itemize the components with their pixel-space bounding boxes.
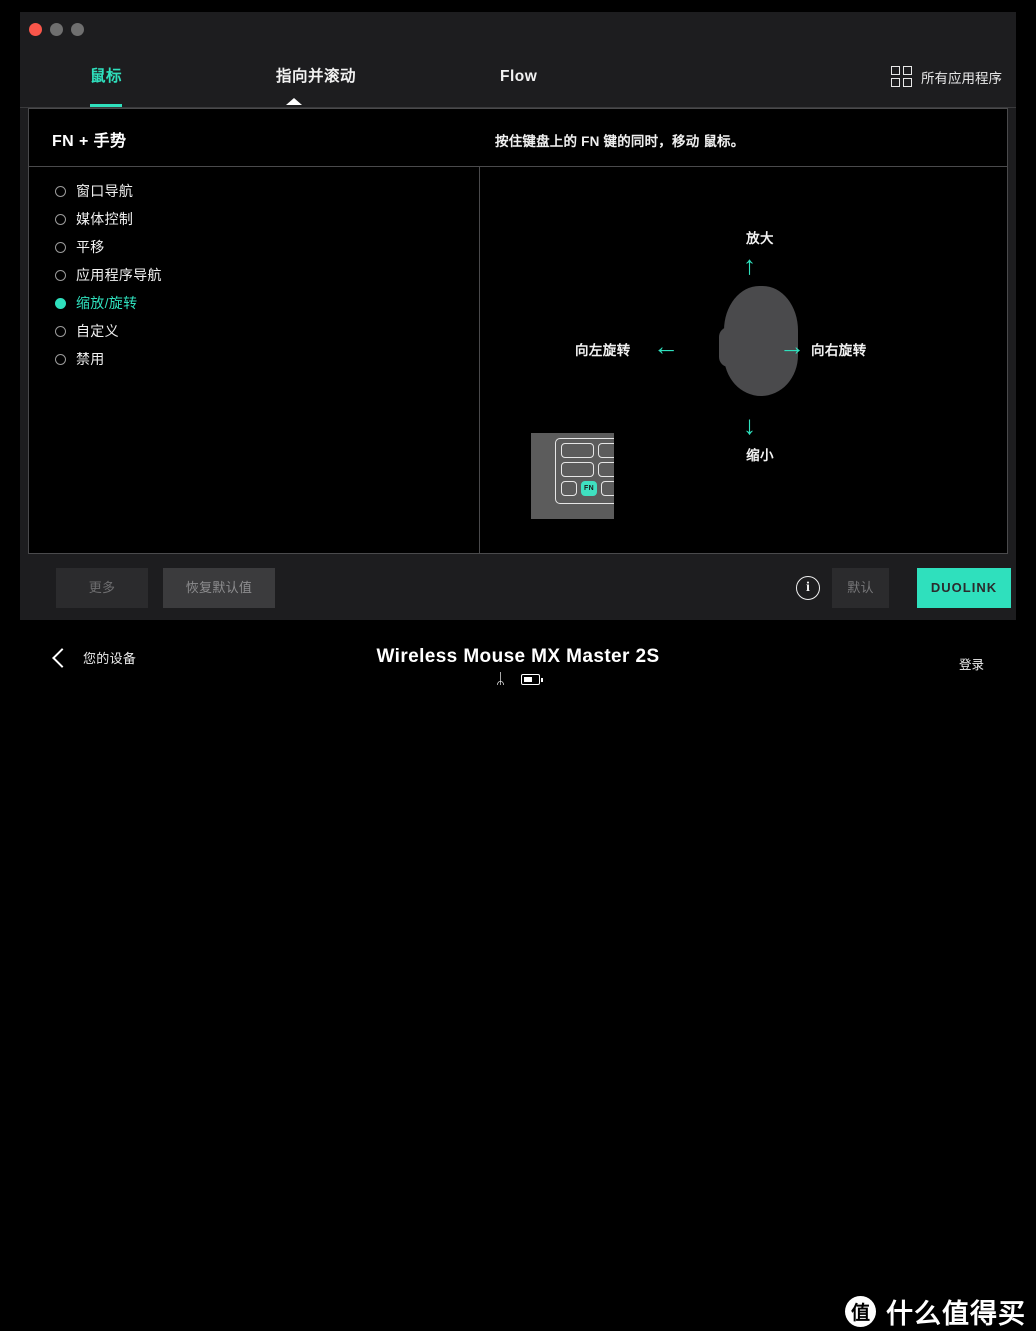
gesture-option-list: 窗口导航 媒体控制 平移 应用程序导航 缩放/旋转 自定义 禁用 <box>29 167 480 554</box>
panel-header: FN + 手势 按住键盘上的 FN 键的同时，移动 鼠标。 <box>29 109 1007 167</box>
radio-icon <box>55 353 66 365</box>
keyboard-key <box>598 443 614 458</box>
tab-flow-label: Flow <box>500 68 538 85</box>
title-bar <box>20 12 1016 46</box>
tab-bar: 鼠标 指向并滚动 Flow 所有应用程序 <box>20 46 1016 108</box>
device-name: Wireless Mouse MX Master 2S <box>376 646 660 667</box>
device-info: Wireless Mouse MX Master 2S ᛦ <box>0 646 1036 687</box>
all-applications-button[interactable]: 所有应用程序 <box>891 46 1002 107</box>
panel-body: 窗口导航 媒体控制 平移 应用程序导航 缩放/旋转 自定义 禁用 放大 ↑ 缩小… <box>29 167 1007 554</box>
keyboard-inset-image: FN <box>531 433 614 519</box>
tab-mouse[interactable]: 鼠标 <box>90 46 123 107</box>
app-window: 鼠标 指向并滚动 Flow 所有应用程序 FN + 手势 按住键盘上的 FN 键… <box>20 12 1016 620</box>
keyboard-key-fn: FN <box>581 481 597 496</box>
login-link[interactable]: 登录 <box>959 654 984 673</box>
radio-icon <box>55 325 66 337</box>
panel-hint-text: 按住键盘上的 FN 键的同时，移动 鼠标。 <box>495 134 745 149</box>
preview-label-right: 向右旋转 <box>811 343 867 358</box>
bluetooth-icon: ᛦ <box>495 671 505 688</box>
option-label: 应用程序导航 <box>76 267 162 283</box>
option-media-control[interactable]: 媒体控制 <box>55 209 133 229</box>
radio-icon <box>55 269 66 281</box>
option-custom[interactable]: 自定义 <box>55 321 119 341</box>
radio-icon <box>55 213 66 225</box>
default-button[interactable]: 默认 <box>832 568 889 608</box>
window-close-button[interactable] <box>29 23 42 36</box>
preview-label-left: 向左旋转 <box>575 343 631 358</box>
mouse-thumb-rest-icon <box>719 327 741 367</box>
arrow-down-icon: ↓ <box>743 410 756 440</box>
info-icon[interactable]: i <box>796 576 820 600</box>
radio-icon <box>55 185 66 197</box>
radio-icon-selected <box>55 297 66 309</box>
keyboard-key <box>601 481 614 496</box>
bottom-bar: 您的设备 Wireless Mouse MX Master 2S ᛦ 登录 值 … <box>0 620 1036 1329</box>
keyboard-outline: FN <box>555 438 614 504</box>
keyboard-key <box>598 462 614 477</box>
watermark-text: 什么值得买 <box>886 1299 1026 1329</box>
settings-panel: FN + 手势 按住键盘上的 FN 键的同时，移动 鼠标。 窗口导航 媒体控制 … <box>28 108 1008 554</box>
option-label: 缩放/旋转 <box>76 295 138 311</box>
tab-point-and-scroll-label: 指向并滚动 <box>276 68 357 85</box>
tab-active-underline <box>90 104 123 107</box>
option-label: 窗口导航 <box>76 183 134 199</box>
preview-label-down: 缩小 <box>746 448 774 463</box>
option-zoom-rotate[interactable]: 缩放/旋转 <box>55 293 137 313</box>
option-app-navigation[interactable]: 应用程序导航 <box>55 265 162 285</box>
panel-caret-icon <box>286 98 302 105</box>
window-minimize-button[interactable] <box>50 23 63 36</box>
all-applications-label: 所有应用程序 <box>921 70 1002 86</box>
panel-footer: 更多 恢复默认值 i 默认 DUOLINK <box>20 568 1016 618</box>
panel-title: FN + 手势 <box>52 133 127 150</box>
tab-flow[interactable]: Flow <box>500 46 537 107</box>
keyboard-key <box>561 481 577 496</box>
more-button[interactable]: 更多 <box>56 568 148 608</box>
option-label: 自定义 <box>76 323 119 339</box>
watermark: 值 什么值得买 <box>845 1292 1026 1331</box>
restore-defaults-button[interactable]: 恢复默认值 <box>163 568 275 608</box>
option-label: 禁用 <box>76 351 105 367</box>
watermark-logo-icon: 值 <box>845 1296 876 1327</box>
battery-icon <box>521 674 543 685</box>
arrow-left-icon: ← <box>653 331 679 361</box>
arrow-up-icon: ↑ <box>743 250 756 280</box>
radio-icon <box>55 241 66 253</box>
option-disable[interactable]: 禁用 <box>55 349 105 369</box>
duolink-button[interactable]: DUOLINK <box>917 568 1011 608</box>
keyboard-key <box>561 443 594 458</box>
device-status-icons: ᛦ <box>0 672 1036 687</box>
keyboard-key <box>561 462 594 477</box>
arrow-right-icon: → <box>779 331 805 361</box>
window-maximize-button[interactable] <box>71 23 84 36</box>
option-window-navigation[interactable]: 窗口导航 <box>55 181 133 201</box>
gesture-preview: 放大 ↑ 缩小 ↓ 向左旋转 ← 向右旋转 → FN <box>481 167 1007 554</box>
tab-mouse-label: 鼠标 <box>90 68 123 85</box>
option-label: 平移 <box>76 239 105 255</box>
grid-icon <box>891 66 912 87</box>
option-pan[interactable]: 平移 <box>55 237 105 257</box>
preview-label-up: 放大 <box>746 231 774 246</box>
option-label: 媒体控制 <box>76 211 134 227</box>
